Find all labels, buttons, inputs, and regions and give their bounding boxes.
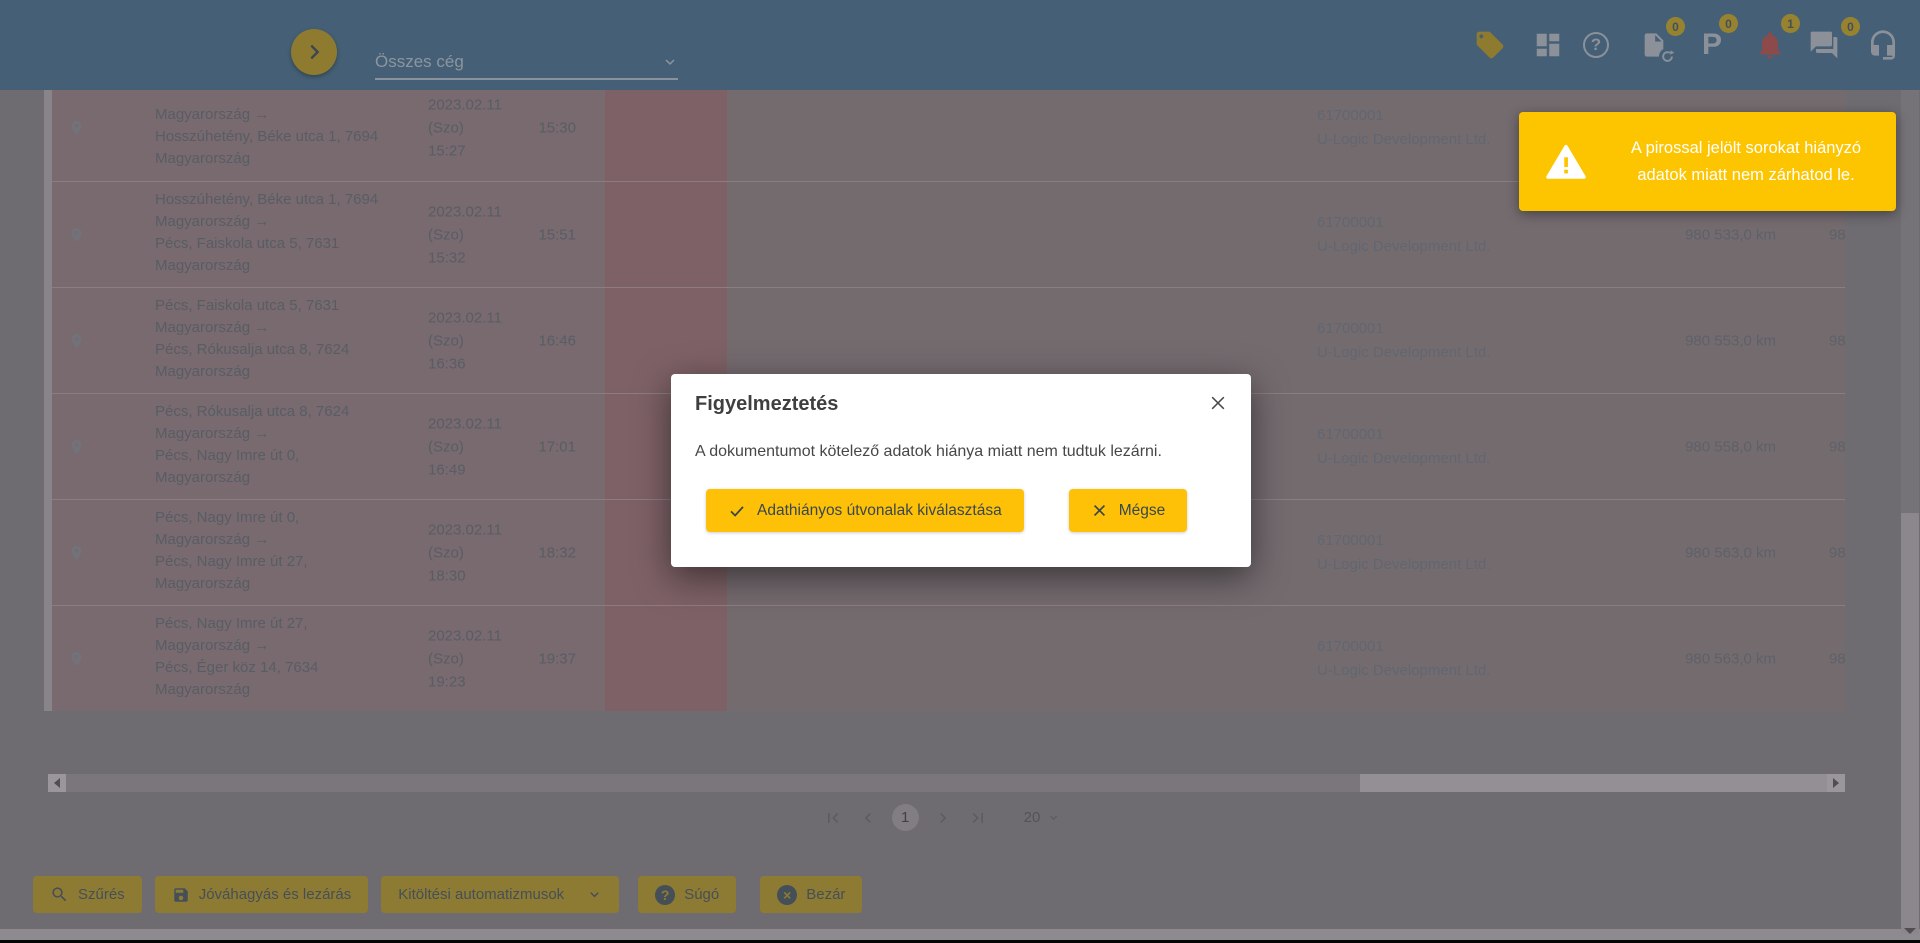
search-icon [50,885,69,904]
odometer-cell: 980 558,0 km [1552,438,1776,455]
chat-icon[interactable] [1807,28,1841,62]
table-row[interactable]: Pécs, Nagy Imre út 27, Magyarország → Pé… [52,605,1845,711]
dialog-message: A dokumentumot kötelező adatok hiánya mi… [695,443,1227,461]
filter-button[interactable]: Szűrés [33,876,142,913]
route-cell: Pécs, Rókusalja utca 8, 7624 Magyarorszá… [155,401,440,489]
missing-data-column [605,606,727,711]
route-cell: Pécs, Nagy Imre út 0, Magyarország → Péc… [155,507,440,595]
route-cell: Pécs, Faiskola utca 5, 7631 Magyarország… [155,295,440,383]
missing-data-column [605,90,727,181]
notifications-icon[interactable] [1753,28,1787,62]
arrival-time-cell: 15:51 [456,226,576,243]
route-cell: Hosszúhetény, Béke utca 1, 7694 Magyaror… [155,189,440,277]
close-button[interactable]: × Bezár [760,876,862,913]
location-pin-icon[interactable] [68,225,85,245]
next-odometer-cell: 98 [1829,544,1845,561]
company-cell: 61700001 U-Logic Development Ltd. [1317,423,1577,471]
company-cell: 61700001 U-Logic Development Ltd. [1317,529,1577,577]
warning-dialog: Figyelmeztetés A dokumentumot kötelező a… [671,374,1251,567]
chevron-down-icon [587,887,602,902]
document-sync-badge: 0 [1666,17,1685,36]
arrival-time-cell: 15:30 [456,120,576,137]
triangle-left-icon [54,778,60,788]
app-header: Összes cég ? P [0,0,1920,90]
next-odometer-cell: 98 [1829,332,1845,349]
check-icon [728,502,746,520]
cancel-button[interactable]: Mégse [1069,489,1188,532]
autofill-menu-button[interactable]: Kitöltési automatizmusok [381,876,619,913]
dashboard-icon[interactable] [1531,28,1565,62]
dialog-close-button[interactable] [1205,390,1231,416]
select-incomplete-routes-button[interactable]: Adathiányos útvonalak kiválasztása [706,489,1024,532]
vertical-scrollbar-track[interactable] [1901,513,1919,934]
next-odometer-cell: 98 [1829,438,1845,455]
route-cell: Pécs, Nagy Imre út 27, Magyarország → Pé… [155,613,440,701]
dialog-actions: Adathiányos útvonalak kiválasztása Mégse [706,489,1227,532]
chat-badge: 0 [1841,17,1860,36]
bottom-strip [0,929,1920,940]
route-cell: Magyarország → Hosszúhetény, Béke utca 1… [155,90,440,170]
company-cell: 61700001 U-Logic Development Ltd. [1317,211,1577,259]
parking-icon[interactable]: P [1695,28,1729,62]
close-circle-icon: × [777,885,797,905]
next-odometer-cell: 98 [1829,650,1845,667]
horizontal-scrollbar[interactable] [48,774,1845,792]
question-circle-icon: ? [655,885,675,905]
scroll-down-button[interactable] [1901,922,1919,940]
location-pin-icon[interactable] [68,543,85,563]
page-size-select[interactable]: 20 [1024,809,1061,826]
scroll-right-button[interactable] [1827,774,1845,792]
first-page-button[interactable] [822,807,844,829]
warning-toast[interactable]: A pirossal jelölt sorokat hiányzó adatok… [1519,112,1896,211]
odometer-cell: 980 533,0 km [1552,226,1776,243]
current-page-indicator[interactable]: 1 [892,804,919,831]
close-icon [1091,502,1108,519]
approve-and-close-button[interactable]: Jóváhagyás és lezárás [155,876,369,913]
help-button[interactable]: ? Súgó [638,876,736,913]
toast-message: A pirossal jelölt sorokat hiányzó adatok… [1605,135,1887,189]
arrival-time-cell: 16:46 [456,332,576,349]
last-page-button[interactable] [967,807,989,829]
location-pin-icon[interactable] [68,649,85,669]
next-page-button[interactable] [932,807,954,829]
arrival-time-cell: 18:32 [456,544,576,561]
location-pin-icon[interactable] [68,437,85,457]
odometer-cell: 980 563,0 km [1552,650,1776,667]
odometer-cell: 980 553,0 km [1552,332,1776,349]
warning-triangle-icon [1543,141,1589,183]
dialog-title: Figyelmeztetés [695,393,1227,416]
parking-badge: 0 [1719,14,1738,33]
previous-page-button[interactable] [857,807,879,829]
company-cell: 61700001 U-Logic Development Ltd. [1317,635,1577,683]
close-icon [1208,393,1228,413]
table-left-edge [44,90,52,711]
location-pin-icon[interactable] [68,331,85,351]
pagination: 1 20 [0,804,1920,831]
missing-data-column [605,182,727,287]
odometer-cell: 980 563,0 km [1552,544,1776,561]
company-cell: 61700001 U-Logic Development Ltd. [1317,317,1577,365]
save-icon [172,886,190,904]
horizontal-scrollbar-thumb[interactable] [66,774,1360,792]
header-icon-bar: ? P 0 0 1 0 [0,0,1920,90]
document-sync-icon[interactable] [1638,28,1672,62]
notifications-badge: 1 [1781,14,1800,33]
triangle-down-icon [1904,928,1916,934]
support-headset-icon[interactable] [1866,28,1900,62]
chevron-down-icon [1047,811,1060,824]
next-odometer-cell: 98 [1829,226,1845,243]
vertical-scrollbar-thumb[interactable] [1901,90,1919,513]
arrival-time-cell: 17:01 [456,438,576,455]
triangle-right-icon [1833,778,1839,788]
tag-icon[interactable] [1473,28,1507,62]
bottom-toolbar: Szűrés Jóváhagyás és lezárás Kitöltési a… [33,876,862,913]
help-icon[interactable]: ? [1579,28,1613,62]
location-pin-icon[interactable] [68,118,85,138]
arrival-time-cell: 19:37 [456,650,576,667]
page-size-value: 20 [1024,809,1041,826]
scroll-left-button[interactable] [48,774,66,792]
